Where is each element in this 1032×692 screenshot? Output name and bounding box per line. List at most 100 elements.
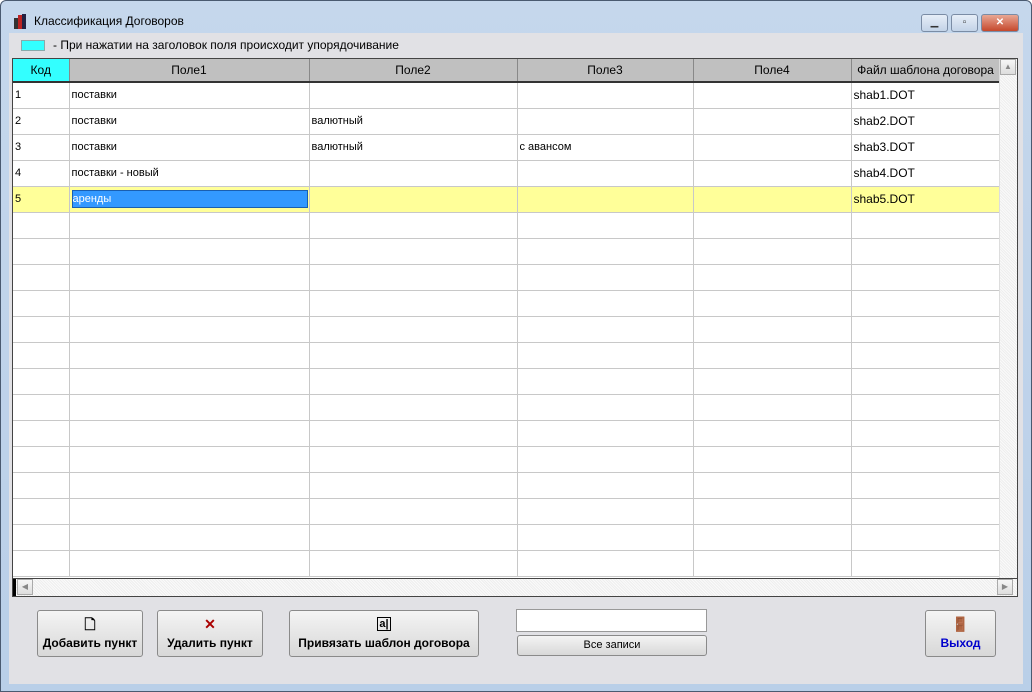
grid-cell[interactable] bbox=[851, 264, 1001, 291]
grid-cell[interactable]: с авансом bbox=[517, 134, 694, 161]
grid-cell[interactable]: shab3.DOT bbox=[851, 134, 1001, 161]
grid-cell[interactable] bbox=[517, 368, 694, 395]
grid-cell[interactable] bbox=[517, 186, 694, 213]
grid-cell[interactable] bbox=[69, 394, 310, 421]
grid-cell[interactable] bbox=[517, 264, 694, 291]
grid-cell[interactable] bbox=[309, 446, 518, 473]
table-row[interactable]: 2 поставки валютный shab2.DOT bbox=[13, 108, 1001, 135]
grid-cell[interactable] bbox=[517, 394, 694, 421]
add-item-button[interactable]: 🗋 Добавить пункт bbox=[37, 610, 143, 657]
all-records-button[interactable]: Все записи bbox=[517, 635, 707, 656]
grid-cell[interactable] bbox=[517, 108, 694, 135]
grid-cell[interactable] bbox=[309, 550, 518, 577]
grid-cell[interactable] bbox=[693, 550, 852, 577]
grid-cell[interactable] bbox=[851, 394, 1001, 421]
grid-cell[interactable] bbox=[517, 212, 694, 239]
grid-cell[interactable] bbox=[517, 316, 694, 343]
empty-row[interactable] bbox=[13, 212, 1001, 239]
grid-cell[interactable] bbox=[851, 446, 1001, 473]
grid-cell[interactable] bbox=[517, 420, 694, 447]
grid-cell[interactable] bbox=[517, 82, 694, 109]
empty-row[interactable] bbox=[13, 264, 1001, 291]
grid-cell[interactable] bbox=[309, 264, 518, 291]
grid-cell[interactable] bbox=[309, 524, 518, 551]
grid-cell[interactable] bbox=[69, 446, 310, 473]
grid-cell[interactable] bbox=[309, 498, 518, 525]
grid-cell[interactable]: shab2.DOT bbox=[851, 108, 1001, 135]
grid-cell[interactable] bbox=[851, 498, 1001, 525]
grid-cell[interactable] bbox=[309, 238, 518, 265]
grid-cell[interactable] bbox=[693, 82, 852, 109]
grid-cell[interactable] bbox=[69, 550, 310, 577]
grid-cell[interactable] bbox=[309, 342, 518, 369]
grid-cell[interactable] bbox=[851, 316, 1001, 343]
grid-cell[interactable] bbox=[69, 472, 310, 499]
grid-cell[interactable]: 3 bbox=[13, 134, 70, 161]
grid-cell[interactable]: поставки - новый bbox=[69, 160, 310, 187]
grid-cell[interactable] bbox=[851, 212, 1001, 239]
filter-input[interactable] bbox=[516, 609, 707, 632]
grid-cell[interactable] bbox=[517, 472, 694, 499]
grid-cell[interactable] bbox=[851, 238, 1001, 265]
grid-cell[interactable]: поставки bbox=[69, 108, 310, 135]
grid-cell[interactable] bbox=[693, 342, 852, 369]
grid-cell[interactable] bbox=[693, 368, 852, 395]
empty-row[interactable] bbox=[13, 394, 1001, 421]
grid-cell[interactable]: 4 bbox=[13, 160, 70, 187]
grid-cell[interactable] bbox=[517, 498, 694, 525]
empty-row[interactable] bbox=[13, 524, 1001, 551]
grid-cell[interactable] bbox=[69, 368, 310, 395]
table-row[interactable]: 5 аренды shab5.DOT bbox=[13, 186, 1001, 213]
grid-cell[interactable] bbox=[693, 446, 852, 473]
scroll-right-button[interactable]: ▶ bbox=[997, 579, 1013, 595]
data-grid[interactable]: Код Поле1 Поле2 Поле3 Поле4 Файл шаблона дого… bbox=[12, 58, 1018, 597]
grid-cell[interactable] bbox=[309, 290, 518, 317]
grid-cell[interactable] bbox=[13, 550, 70, 577]
grid-cell[interactable] bbox=[693, 524, 852, 551]
table-row[interactable]: 4 поставки - новый shab4.DOT bbox=[13, 160, 1001, 187]
delete-item-button[interactable]: ✕ Удалить пункт bbox=[157, 610, 263, 657]
close-button[interactable]: ✕ bbox=[981, 14, 1019, 32]
grid-cell[interactable] bbox=[693, 264, 852, 291]
grid-cell[interactable] bbox=[851, 472, 1001, 499]
grid-cell[interactable] bbox=[517, 290, 694, 317]
grid-cell[interactable]: shab1.DOT bbox=[851, 82, 1001, 109]
grid-cell[interactable] bbox=[851, 420, 1001, 447]
grid-cell[interactable]: поставки bbox=[69, 134, 310, 161]
grid-cell[interactable] bbox=[69, 238, 310, 265]
scroll-left-button[interactable]: ◀ bbox=[17, 579, 33, 595]
grid-cell[interactable] bbox=[309, 186, 518, 213]
grid-cell[interactable] bbox=[69, 316, 310, 343]
grid-cell[interactable]: 1 bbox=[13, 82, 70, 109]
grid-cell[interactable]: shab5.DOT bbox=[851, 186, 1001, 213]
column-header[interactable]: Файл шаблона договора bbox=[851, 59, 1001, 83]
column-header[interactable]: Поле2 bbox=[309, 59, 518, 83]
empty-row[interactable] bbox=[13, 472, 1001, 499]
grid-cell[interactable] bbox=[693, 316, 852, 343]
grid-cell[interactable] bbox=[13, 368, 70, 395]
grid-cell[interactable] bbox=[309, 212, 518, 239]
grid-cell[interactable] bbox=[13, 238, 70, 265]
grid-cell[interactable] bbox=[309, 160, 518, 187]
grid-cell[interactable] bbox=[309, 316, 518, 343]
grid-cell[interactable] bbox=[693, 186, 852, 213]
column-header[interactable]: Поле4 bbox=[693, 59, 852, 83]
grid-cell[interactable] bbox=[69, 290, 310, 317]
grid-cell[interactable] bbox=[517, 238, 694, 265]
grid-cell[interactable] bbox=[851, 342, 1001, 369]
column-header[interactable]: Код bbox=[13, 59, 70, 83]
empty-row[interactable] bbox=[13, 342, 1001, 369]
grid-cell[interactable] bbox=[69, 264, 310, 291]
empty-row[interactable] bbox=[13, 420, 1001, 447]
grid-cell[interactable] bbox=[13, 264, 70, 291]
grid-cell[interactable] bbox=[693, 238, 852, 265]
cell-editor[interactable]: аренды bbox=[71, 190, 308, 208]
empty-row[interactable] bbox=[13, 238, 1001, 265]
maximize-button[interactable]: ▫ bbox=[951, 14, 978, 32]
table-row[interactable]: 3 поставки валютный с авансом shab3.DOT bbox=[13, 134, 1001, 161]
empty-row[interactable] bbox=[13, 368, 1001, 395]
grid-cell[interactable]: поставки bbox=[69, 82, 310, 109]
grid-cell[interactable] bbox=[13, 472, 70, 499]
grid-cell[interactable]: 5 bbox=[13, 186, 70, 213]
grid-cell[interactable] bbox=[693, 472, 852, 499]
